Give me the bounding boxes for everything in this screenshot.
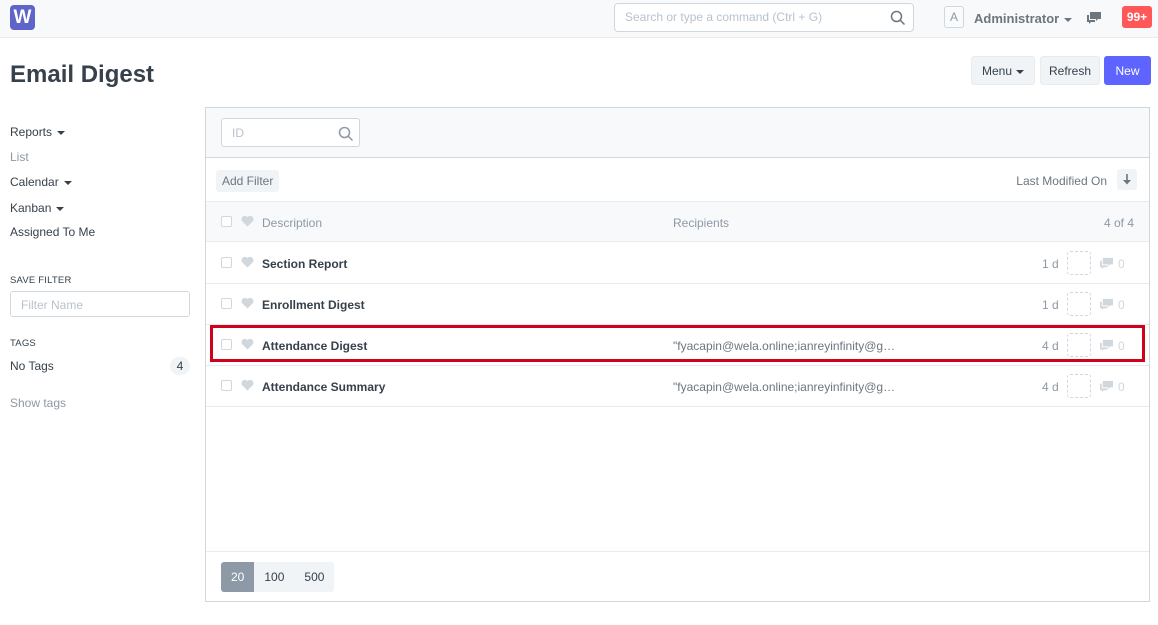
- heart-icon[interactable]: [241, 379, 254, 391]
- row-title[interactable]: Section Report: [262, 257, 347, 271]
- new-button[interactable]: New: [1104, 56, 1151, 85]
- row-modified: 4 d: [1042, 380, 1059, 394]
- sort-selector[interactable]: Last Modified On: [1016, 174, 1107, 188]
- row-title[interactable]: Enrollment Digest: [262, 298, 365, 312]
- heart-icon[interactable]: [241, 256, 254, 268]
- page-title: Email Digest: [10, 61, 155, 88]
- tags-heading: TAGS: [10, 338, 36, 349]
- column-header-recipients: Recipients: [673, 216, 730, 230]
- sidebar-item-label: Kanban: [10, 201, 52, 215]
- filter-sort-bar: Add Filter Last Modified On: [206, 159, 1149, 202]
- paging-area: 20 100 500: [206, 551, 1149, 601]
- comment-count: 0: [1118, 380, 1125, 394]
- sidebar-item-label: Reports: [10, 125, 53, 139]
- refresh-button[interactable]: Refresh: [1040, 56, 1100, 85]
- comment-icon: [1100, 380, 1113, 393]
- page-size-20-button[interactable]: 20: [221, 562, 255, 592]
- sidebar-item-no-tags[interactable]: No Tags: [10, 359, 54, 373]
- page-size-500-button[interactable]: 500: [294, 562, 335, 592]
- comment-icon: [1100, 257, 1113, 270]
- chevron-down-icon: [63, 180, 72, 185]
- row-highlight-box: [210, 325, 1145, 362]
- page-size-100-button[interactable]: 100: [254, 562, 295, 592]
- assign-placeholder[interactable]: [1067, 292, 1091, 316]
- navbar: W A Administrator 99+: [0, 0, 1158, 38]
- list-row[interactable]: Attendance Summary "fyacapin@wela.online…: [206, 366, 1149, 407]
- notification-badge[interactable]: 99+: [1122, 6, 1152, 28]
- id-filter-input[interactable]: [232, 126, 332, 140]
- filter-name-input[interactable]: [21, 298, 181, 312]
- list-row[interactable]: Section Report 1 d 0: [206, 243, 1149, 284]
- menu-button[interactable]: Menu: [971, 56, 1035, 85]
- row-recipients: "fyacapin@wela.online;ianreyinfinity@g…: [673, 380, 896, 394]
- sidebar-item-kanban[interactable]: Kanban: [10, 201, 65, 215]
- sidebar-item-assigned-to-me[interactable]: Assigned To Me: [10, 225, 95, 239]
- chevron-down-icon: [1064, 17, 1073, 22]
- awesome-bar[interactable]: [614, 3, 914, 32]
- sort-descending-icon: [1123, 174, 1131, 185]
- user-name-label: Administrator: [974, 11, 1060, 26]
- row-checkbox[interactable]: [221, 380, 232, 391]
- list-row[interactable]: Enrollment Digest 1 d 0: [206, 284, 1149, 325]
- row-title[interactable]: Attendance Summary: [262, 380, 385, 394]
- heart-icon[interactable]: [241, 297, 254, 309]
- assign-placeholder[interactable]: [1067, 251, 1091, 275]
- user-menu[interactable]: Administrator: [974, 11, 1073, 26]
- sidebar-item-reports[interactable]: Reports: [10, 125, 66, 139]
- comment-count: 0: [1118, 257, 1125, 271]
- list-header: Description Recipients 4 of 4: [206, 202, 1149, 242]
- row-checkbox[interactable]: [221, 257, 232, 268]
- chevron-down-icon: [57, 130, 66, 135]
- id-filter-field[interactable]: [221, 118, 360, 147]
- search-icon[interactable]: [890, 10, 906, 26]
- chat-icon[interactable]: [1086, 11, 1102, 25]
- filter-name-field[interactable]: [10, 291, 190, 317]
- menu-button-label: Menu: [981, 64, 1013, 78]
- add-filter-button[interactable]: Add Filter: [216, 170, 280, 192]
- sort-order-button[interactable]: [1117, 169, 1137, 190]
- column-header-description: Description: [262, 216, 323, 230]
- search-input[interactable]: [625, 10, 885, 24]
- tag-count-badge: 4: [170, 357, 190, 375]
- comment-count: 0: [1118, 298, 1125, 312]
- result-count: 4 of 4: [1103, 216, 1134, 230]
- save-filter-heading: SAVE FILTER: [10, 275, 72, 286]
- search-icon: [338, 126, 354, 142]
- page-size-group: 20 100 500: [221, 562, 335, 592]
- comment-icon: [1100, 298, 1113, 311]
- list-view: Add Filter Last Modified On Description …: [205, 107, 1150, 602]
- chevron-down-icon: [1016, 69, 1025, 74]
- user-avatar[interactable]: A: [944, 6, 964, 28]
- app-logo[interactable]: W: [10, 5, 35, 30]
- chevron-down-icon: [56, 206, 65, 211]
- heart-icon[interactable]: [241, 215, 254, 227]
- row-checkbox[interactable]: [221, 298, 232, 309]
- row-modified: 1 d: [1042, 257, 1059, 271]
- select-all-checkbox[interactable]: [221, 216, 232, 227]
- row-modified: 1 d: [1042, 298, 1059, 312]
- assign-placeholder[interactable]: [1067, 374, 1091, 398]
- standard-filters: [206, 108, 1149, 158]
- sidebar-item-label: Calendar: [10, 175, 59, 189]
- sidebar-item-list[interactable]: List: [10, 150, 29, 164]
- sidebar-item-calendar[interactable]: Calendar: [10, 175, 72, 189]
- show-tags-link[interactable]: Show tags: [10, 396, 66, 410]
